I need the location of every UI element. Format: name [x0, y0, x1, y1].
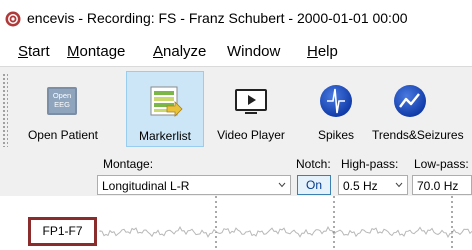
highpass-select[interactable]: 0.5 Hz: [338, 175, 408, 195]
channel-label-fp1-f7[interactable]: FP1-F7: [28, 217, 97, 246]
highpass-label: High-pass:: [341, 157, 399, 171]
markerlist-button[interactable]: Markerlist: [126, 71, 204, 147]
chevron-down-icon: [395, 182, 403, 188]
spike-icon: [320, 85, 352, 117]
lowpass-label: Low-pass:: [414, 157, 469, 171]
list-arrow-icon: [150, 86, 183, 117]
window-title: encevis - Recording: FS - Franz Schubert…: [27, 10, 408, 26]
spikes-label: Spikes: [317, 128, 355, 142]
folder-eeg-icon: Open EEG: [47, 87, 77, 115]
trends-seizures-button[interactable]: Trends&Seizures: [368, 71, 472, 147]
open-patient-label: Open Patient: [27, 128, 99, 142]
video-player-button[interactable]: Video Player: [208, 71, 294, 147]
menu-montage[interactable]: Montage: [67, 43, 125, 60]
svg-text:Open: Open: [53, 91, 71, 100]
menu-analyze[interactable]: Analyze: [153, 43, 206, 60]
menu-window[interactable]: Window: [227, 43, 280, 60]
notch-label: Notch:: [296, 157, 331, 171]
svg-text:EEG: EEG: [54, 100, 70, 109]
menu-help[interactable]: Help: [307, 43, 338, 60]
menu-bar: Start Montage Analyze Window Help: [0, 38, 472, 66]
spikes-button[interactable]: Spikes: [308, 71, 364, 147]
trend-icon: [394, 85, 426, 117]
video-player-label: Video Player: [217, 128, 285, 142]
notch-on-button[interactable]: On: [297, 175, 331, 195]
toolbar-grip-handle[interactable]: [2, 73, 8, 147]
main-toolbar: Open EEG Open Patient Markerlist Video P…: [0, 66, 472, 154]
menu-start[interactable]: Start: [18, 43, 50, 60]
open-patient-button[interactable]: Open EEG Open Patient: [24, 71, 102, 147]
markerlist-label: Markerlist: [138, 129, 191, 143]
encevis-logo-icon: [5, 11, 21, 27]
lowpass-select[interactable]: 70.0 Hz: [412, 175, 472, 195]
montage-label: Montage:: [103, 157, 154, 171]
title-bar: encevis - Recording: FS - Franz Schubert…: [0, 0, 472, 38]
trends-seizures-label: Trends&Seizures: [372, 128, 464, 142]
montage-select[interactable]: Longitudinal L-R: [97, 175, 291, 195]
video-player-icon: [235, 89, 267, 114]
eeg-trace: [99, 226, 472, 238]
chevron-down-icon: [278, 182, 286, 188]
